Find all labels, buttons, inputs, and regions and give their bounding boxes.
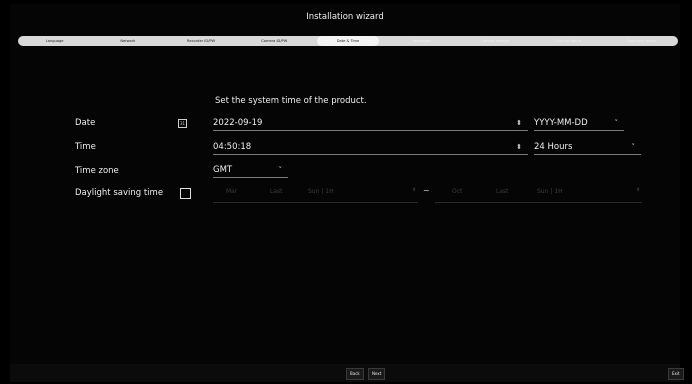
dst-end-underline xyxy=(435,202,642,203)
dst-label: Daylight saving time xyxy=(75,188,164,198)
dropdown-arrow-icon: ˅ xyxy=(614,119,619,127)
step-camera-register[interactable]: Camera register xyxy=(458,36,531,46)
date-format-value: YYYY-MM-DD xyxy=(534,118,588,128)
next-button[interactable]: Next xyxy=(368,368,386,380)
dst-end-day: Sun | 1H xyxy=(537,188,563,195)
footer-bar xyxy=(10,364,680,382)
timezone-value: GMT xyxy=(213,165,233,175)
dst-start-month: Mar xyxy=(226,188,238,195)
step-network[interactable]: Network xyxy=(91,36,164,46)
window-title: Installation wizard xyxy=(306,12,384,22)
time-field[interactable]: 04:50:18 ⬍ xyxy=(213,140,528,155)
dst-start-week: Last xyxy=(270,188,283,195)
step-date-time[interactable]: Date & Time xyxy=(316,36,380,46)
dst-start-underline xyxy=(213,202,418,203)
time-label: Time xyxy=(75,142,96,152)
date-label: Date xyxy=(75,118,96,128)
dst-start-day: Sun | 1H xyxy=(308,188,334,195)
exit-button[interactable]: Exit xyxy=(668,368,684,380)
dropdown-arrow-icon: ˅ xyxy=(278,166,283,174)
updown-arrow-icon[interactable]: ⬍ xyxy=(516,116,522,130)
wizard-steps-bar: Language Network Recorder ID/PW Camera I… xyxy=(18,36,678,46)
dst-end-week: Last xyxy=(496,188,509,195)
step-resolution[interactable]: Resolution xyxy=(385,36,458,46)
date-format-dropdown[interactable]: YYYY-MM-DD ˅ xyxy=(534,116,624,131)
step-camera-idpw[interactable]: Camera ID/PW xyxy=(238,36,311,46)
dropdown-arrow-icon: ˅ xyxy=(631,143,636,151)
dst-range-separator: ~ xyxy=(423,186,430,195)
step-operation-mode[interactable]: Operation mode xyxy=(605,36,678,46)
dst-start-spinner-icon: ⬍ xyxy=(412,187,417,193)
date-field[interactable]: 2022-09-19 ⬍ xyxy=(213,116,528,131)
date-value: 2022-09-19 xyxy=(213,118,263,128)
timezone-label: Time zone xyxy=(75,166,119,176)
back-button[interactable]: Back xyxy=(346,368,364,380)
step-recorder-idpw[interactable]: Recorder ID/PW xyxy=(164,36,237,46)
time-value: 04:50:18 xyxy=(213,142,252,152)
time-format-dropdown[interactable]: 24 Hours ˅ xyxy=(534,140,641,155)
step-channel-setup[interactable]: Channel setup xyxy=(532,36,605,46)
step-language[interactable]: Language xyxy=(18,36,91,46)
dst-checkbox[interactable] xyxy=(180,188,191,199)
dst-end-spinner-icon: ⬍ xyxy=(636,187,641,193)
dst-end-month: Oct xyxy=(452,188,463,195)
updown-arrow-icon[interactable]: ⬍ xyxy=(516,140,522,154)
time-format-value: 24 Hours xyxy=(534,142,573,152)
page-heading: Set the system time of the product. xyxy=(215,96,367,106)
calendar-icon[interactable]: 31 xyxy=(178,119,187,128)
timezone-dropdown[interactable]: GMT ˅ xyxy=(213,163,288,178)
